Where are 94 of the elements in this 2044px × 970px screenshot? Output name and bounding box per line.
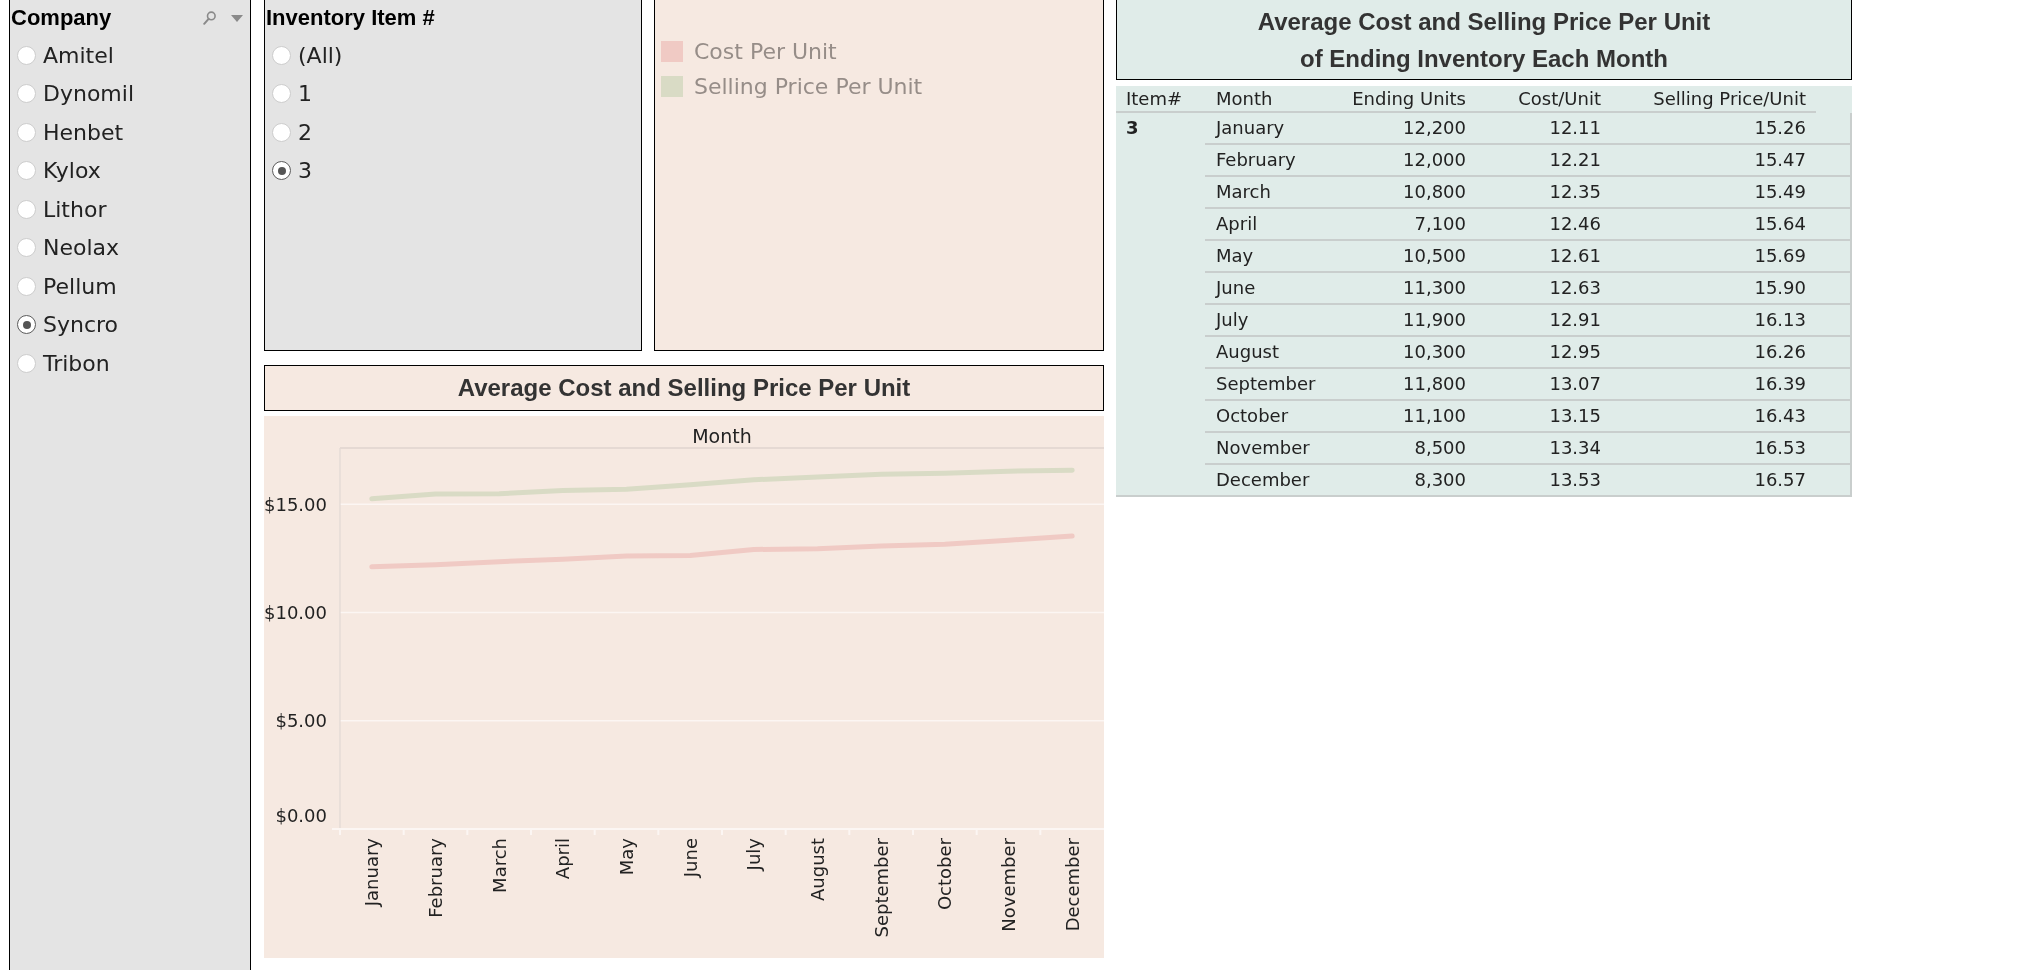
table-cell-text: 8,300 — [1413, 469, 1467, 491]
table-cell-text: 12,000 — [1402, 149, 1467, 171]
axis-tick-label: October — [934, 838, 956, 911]
radio-option[interactable]: Dynomil — [10, 74, 135, 113]
axis-tick-label: January — [361, 838, 383, 907]
axis-tick-label: September — [870, 838, 892, 938]
table-cell-text: 10,500 — [1402, 245, 1467, 267]
radio-icon[interactable] — [272, 161, 291, 181]
table-cell-text: 16.26 — [1753, 341, 1807, 363]
radio-option[interactable]: Kylox — [10, 151, 101, 190]
column-header: Cost/Unit — [1517, 87, 1602, 110]
table-cell-text: February — [1215, 149, 1297, 171]
axis-tick-label: $10.00 — [264, 602, 327, 623]
table-cell-text: December — [1215, 469, 1311, 491]
table-cell-text: August — [1215, 341, 1280, 363]
table-cell-text: March — [1215, 181, 1272, 203]
column-header: Month — [1215, 87, 1274, 110]
axis-tick-label: May — [616, 838, 637, 876]
axis-tick-label: $15.00 — [264, 493, 327, 515]
table-cell-text: 12.91 — [1548, 309, 1602, 331]
table-cell-text: July — [1214, 309, 1250, 331]
radio-icon[interactable] — [17, 315, 36, 335]
table-cell-text: 16.39 — [1753, 373, 1807, 395]
dropdown-caret-icon[interactable] — [231, 14, 243, 22]
table-cell-text: 15.64 — [1753, 213, 1807, 235]
filter-title: Company — [11, 5, 112, 31]
table-cell-text: 15.47 — [1753, 149, 1807, 171]
table-cell-text: 12,200 — [1402, 117, 1467, 139]
column-header: Item# — [1125, 87, 1184, 110]
table-cell-text: October — [1215, 405, 1290, 427]
radio-option[interactable]: Neolax — [10, 228, 120, 267]
axis-tick-label: April — [552, 838, 574, 880]
axis-title: Month — [692, 425, 752, 447]
radio-option[interactable]: 1 — [265, 74, 312, 113]
table-cell-text: 15.90 — [1753, 277, 1807, 299]
table-cell-text: 15.49 — [1753, 181, 1807, 203]
legend-label: Selling Price Per Unit — [694, 74, 923, 99]
table-cell-text: May — [1215, 245, 1255, 267]
filter-title: Inventory Item # — [266, 5, 435, 31]
column-header: Ending Units — [1351, 87, 1467, 110]
chart-title: Average Cost and Selling Price Per Unit — [264, 365, 1104, 411]
axis-tick-label: December — [1061, 838, 1083, 932]
table-cell-text: 12.21 — [1548, 149, 1602, 171]
table-cell-text: September — [1215, 373, 1317, 395]
radio-option[interactable]: Tribon — [10, 344, 110, 383]
radio-option[interactable]: Lithor — [10, 190, 107, 229]
table-cell-text: 11,900 — [1402, 309, 1467, 331]
table-cell-text: 16.53 — [1753, 437, 1807, 459]
radio-option[interactable]: 2 — [265, 113, 312, 152]
table-title: Average Cost and Selling Price Per Unit of Ending Inventory Each Month — [1116, 0, 1852, 80]
axis-tick-label: July — [743, 838, 765, 871]
table-cell-text: 13.34 — [1548, 437, 1602, 459]
table-cell-text: 16.57 — [1753, 469, 1807, 491]
legend-label: Cost Per Unit — [694, 39, 837, 64]
table-cell-text: 15.69 — [1753, 245, 1807, 267]
table-cell-text: 16.43 — [1753, 405, 1807, 427]
table-cell-text: June — [1214, 277, 1257, 299]
column-header: Selling Price/Unit — [1652, 87, 1807, 110]
radio-option[interactable]: Syncro — [10, 305, 119, 344]
table-cell-text: 12.35 — [1548, 181, 1602, 203]
table-cell-text: 3 — [1125, 116, 1139, 140]
table-cell-text: 13.07 — [1548, 373, 1602, 395]
table-cell-text: 10,300 — [1402, 341, 1467, 363]
radio-option[interactable]: 3 — [265, 151, 312, 190]
axis-tick-label: $5.00 — [275, 710, 327, 732]
table-cell-text: 16.13 — [1753, 309, 1807, 331]
axis-tick-label: March — [488, 838, 510, 893]
axis-tick-label: February — [425, 838, 446, 918]
table-cell-text: 10,800 — [1402, 181, 1467, 203]
radio-option[interactable]: Amitel — [10, 36, 114, 75]
axis-tick-label: $0.00 — [275, 804, 327, 826]
table-cell-text: 12.95 — [1548, 341, 1602, 363]
axis-tick-label: November — [998, 838, 1019, 932]
table-cell-text: 12.61 — [1548, 245, 1602, 267]
table-cell-text: January — [1214, 117, 1286, 139]
axis-tick-label: June — [679, 838, 701, 878]
table-cell-text: 8,500 — [1413, 437, 1467, 459]
search-icon[interactable] — [203, 11, 216, 25]
axis-tick-label: August — [807, 838, 828, 901]
table-cell-text: November — [1215, 437, 1311, 459]
table-cell-text: 12.63 — [1548, 277, 1602, 299]
radio-option[interactable]: Henbet — [10, 113, 124, 152]
table-cell-text: 15.26 — [1753, 117, 1807, 139]
table-cell-text: 11,300 — [1402, 277, 1467, 299]
table-cell-text: 13.53 — [1548, 469, 1602, 491]
radio-option[interactable]: (All) — [265, 36, 343, 75]
table-cell-text: April — [1215, 213, 1259, 235]
table-cell-text: 12.11 — [1548, 117, 1602, 139]
table-cell-text: 7,100 — [1413, 213, 1467, 235]
table-cell-text: 11,800 — [1402, 373, 1467, 395]
table-cell-text: 13.15 — [1548, 405, 1602, 427]
table-cell-text: 12.46 — [1548, 213, 1602, 235]
radio-option[interactable]: Pellum — [10, 267, 117, 306]
table-cell-text: 11,100 — [1402, 405, 1467, 427]
